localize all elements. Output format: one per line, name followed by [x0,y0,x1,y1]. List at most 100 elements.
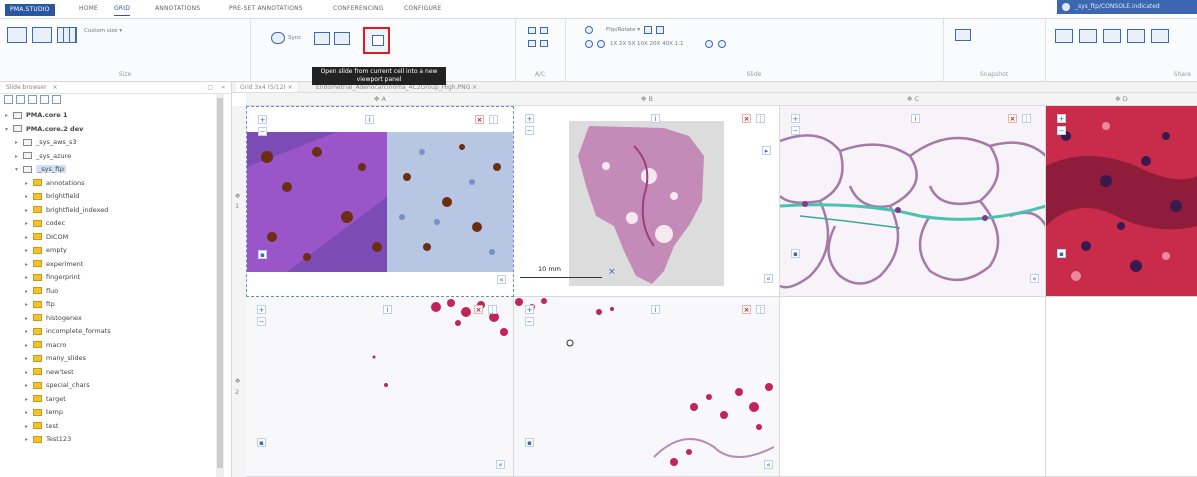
zoom-fit-icon[interactable] [585,40,593,48]
info-button[interactable]: i [365,115,374,124]
filter-a-icon[interactable] [528,27,536,34]
zoom-in-button[interactable]: + [525,305,534,314]
tab-grid-view[interactable]: Grid 3x4 (5/12) × [236,83,297,92]
tab-grid[interactable]: GRID [114,5,131,16]
cell-menu-button[interactable]: ⋮ [488,305,497,314]
zoom-out-icon[interactable] [705,40,713,48]
collapse-arrow-icon[interactable]: ▾ [15,163,23,176]
cell-menu-button[interactable]: ⋮ [756,305,765,314]
zoom-out-button[interactable]: − [1057,126,1066,135]
zoom-in-button[interactable]: + [791,114,800,123]
expand-arrow-icon[interactable]: ▸ [25,379,33,392]
zoom-out-button[interactable]: − [258,127,267,136]
tree-item[interactable]: ▸ PMA.core 1 [5,109,68,122]
expand-arrow-icon[interactable]: ▸ [25,433,33,446]
expand-arrow-icon[interactable]: ▸ [25,285,33,298]
expand-arrow-icon[interactable]: ▸ [25,177,33,190]
flip-rotate-dropdown[interactable]: Flip/Rotate ▾ [606,27,640,33]
expand-arrow-icon[interactable]: ▸ [25,393,33,406]
zoom-in-button[interactable]: + [1057,114,1066,123]
row-header-2[interactable]: ✥ 2 [232,297,247,477]
tree-item[interactable]: ▸ new'test [25,366,74,379]
open-in-new-viewport-button[interactable] [363,27,390,54]
tree-item[interactable]: ▸ fluo [25,285,58,298]
grid-cell-d2[interactable] [1046,297,1197,477]
expand-arrow-icon[interactable]: ▸ [25,312,33,325]
expand-arrow-icon[interactable]: ▸ [15,136,23,149]
tree-item[interactable]: ▸ macro [25,339,66,352]
expand-button[interactable]: « [764,274,773,283]
expand-arrow-icon[interactable]: ▸ [25,217,33,230]
camera-icon[interactable] [955,29,971,41]
grid-cell-d1[interactable]: + − ▪ [1046,106,1197,297]
column-header-a[interactable]: ✥ A [246,93,514,106]
grid-cell-c2[interactable] [780,297,1046,477]
tab-configure[interactable]: CONFIGURE [404,5,441,12]
collapse-arrow-icon[interactable]: ▾ [5,123,13,136]
thumbnail-button[interactable]: ▪ [257,438,266,447]
tree-item[interactable]: ▸ fingerprint [25,271,80,284]
link-icon[interactable] [28,95,37,104]
column-header-d[interactable]: ✥ D [1046,93,1197,106]
expand-button[interactable]: « [1030,274,1039,283]
expand-arrow-icon[interactable]: ▸ [25,352,33,365]
zoom-out-button[interactable]: − [525,126,534,135]
grid-cell-c1[interactable]: + − i × ⋮ ▪ « [780,106,1046,297]
share-link-icon[interactable] [1055,29,1073,43]
tree-item[interactable]: ▸ empty [25,244,67,257]
app-brand[interactable]: PMA.STUDIO [5,4,55,16]
info-button[interactable]: i [651,114,660,123]
filter-icon[interactable] [52,95,61,104]
tab-annotations[interactable]: ANNOTATIONS [155,5,200,12]
tree-item[interactable]: ▸ histogenex [25,312,82,325]
share-image-icon[interactable] [1079,29,1097,43]
expand-arrow-icon[interactable]: ▸ [5,109,13,122]
tree-item[interactable]: ▸ _sys_azure [15,150,71,163]
tree-item[interactable]: ▸ _sys_aws_s3 [15,136,77,149]
thumbnail-button[interactable]: ▪ [525,438,534,447]
thumbnail-button[interactable]: ▪ [791,249,800,258]
expand-arrow-icon[interactable]: ▸ [25,298,33,311]
zoom-in-button[interactable]: + [525,114,534,123]
share-export-icon[interactable] [1127,29,1145,43]
grid-view-icon[interactable] [40,95,49,104]
tree-item[interactable]: ▸ temp [25,406,63,419]
tab-conferencing[interactable]: CONFERENCING [333,5,384,12]
export-icon[interactable] [644,26,652,34]
panel-close-icon[interactable]: × [52,84,57,91]
grid-1x1-icon[interactable] [7,27,27,43]
tree-item[interactable]: ▾ PMA.core.2 dev [5,123,83,136]
expand-arrow-icon[interactable]: ▸ [25,190,33,203]
expand-button[interactable]: « [764,460,773,469]
zoom-in-button[interactable]: + [257,305,266,314]
cell-menu-button[interactable]: ⋮ [489,115,498,124]
next-slide-button[interactable]: ▸ [762,146,771,155]
tree-item[interactable]: ▸ experiment [25,258,83,271]
info-button[interactable]: i [651,305,660,314]
close-cell-button[interactable]: × [474,305,483,314]
tree-item[interactable]: ▸ annotations [25,177,85,190]
tree-item[interactable]: ▸ special_chars [25,379,90,392]
close-cell-button[interactable]: × [1008,114,1017,123]
expand-arrow-icon[interactable]: ▸ [25,406,33,419]
expand-arrow-icon[interactable]: ▸ [25,271,33,284]
cell-menu-button[interactable]: ⋮ [756,114,765,123]
expand-arrow-icon[interactable]: ▸ [25,244,33,257]
zoom-out-button[interactable]: − [257,317,266,326]
layout-split-icon[interactable] [334,32,350,45]
grid-cell-b1[interactable]: + − i × ⋮ ▸ « 10 mm × [514,106,780,297]
panel-hide-icon[interactable]: « [221,82,225,93]
share-layout-icon[interactable] [1151,29,1169,43]
zoom-out-button[interactable]: − [525,317,534,326]
column-header-b[interactable]: ✥ B [514,93,780,106]
sync-icon[interactable] [271,32,285,44]
filter-b-icon[interactable] [540,27,548,34]
tree-item[interactable]: ▸ incomplete_formats [25,325,111,338]
grid-cell-a1[interactable]: + − i × ⋮ ▪ « [246,106,514,297]
share-grid-icon[interactable] [1103,29,1121,43]
thumbnail-button[interactable]: ▪ [1057,249,1066,258]
expand-arrow-icon[interactable]: ▸ [25,420,33,433]
layout-grid-icon[interactable] [314,32,330,45]
scale-bar-close-icon[interactable]: × [608,267,616,277]
close-cell-button[interactable]: × [742,114,751,123]
